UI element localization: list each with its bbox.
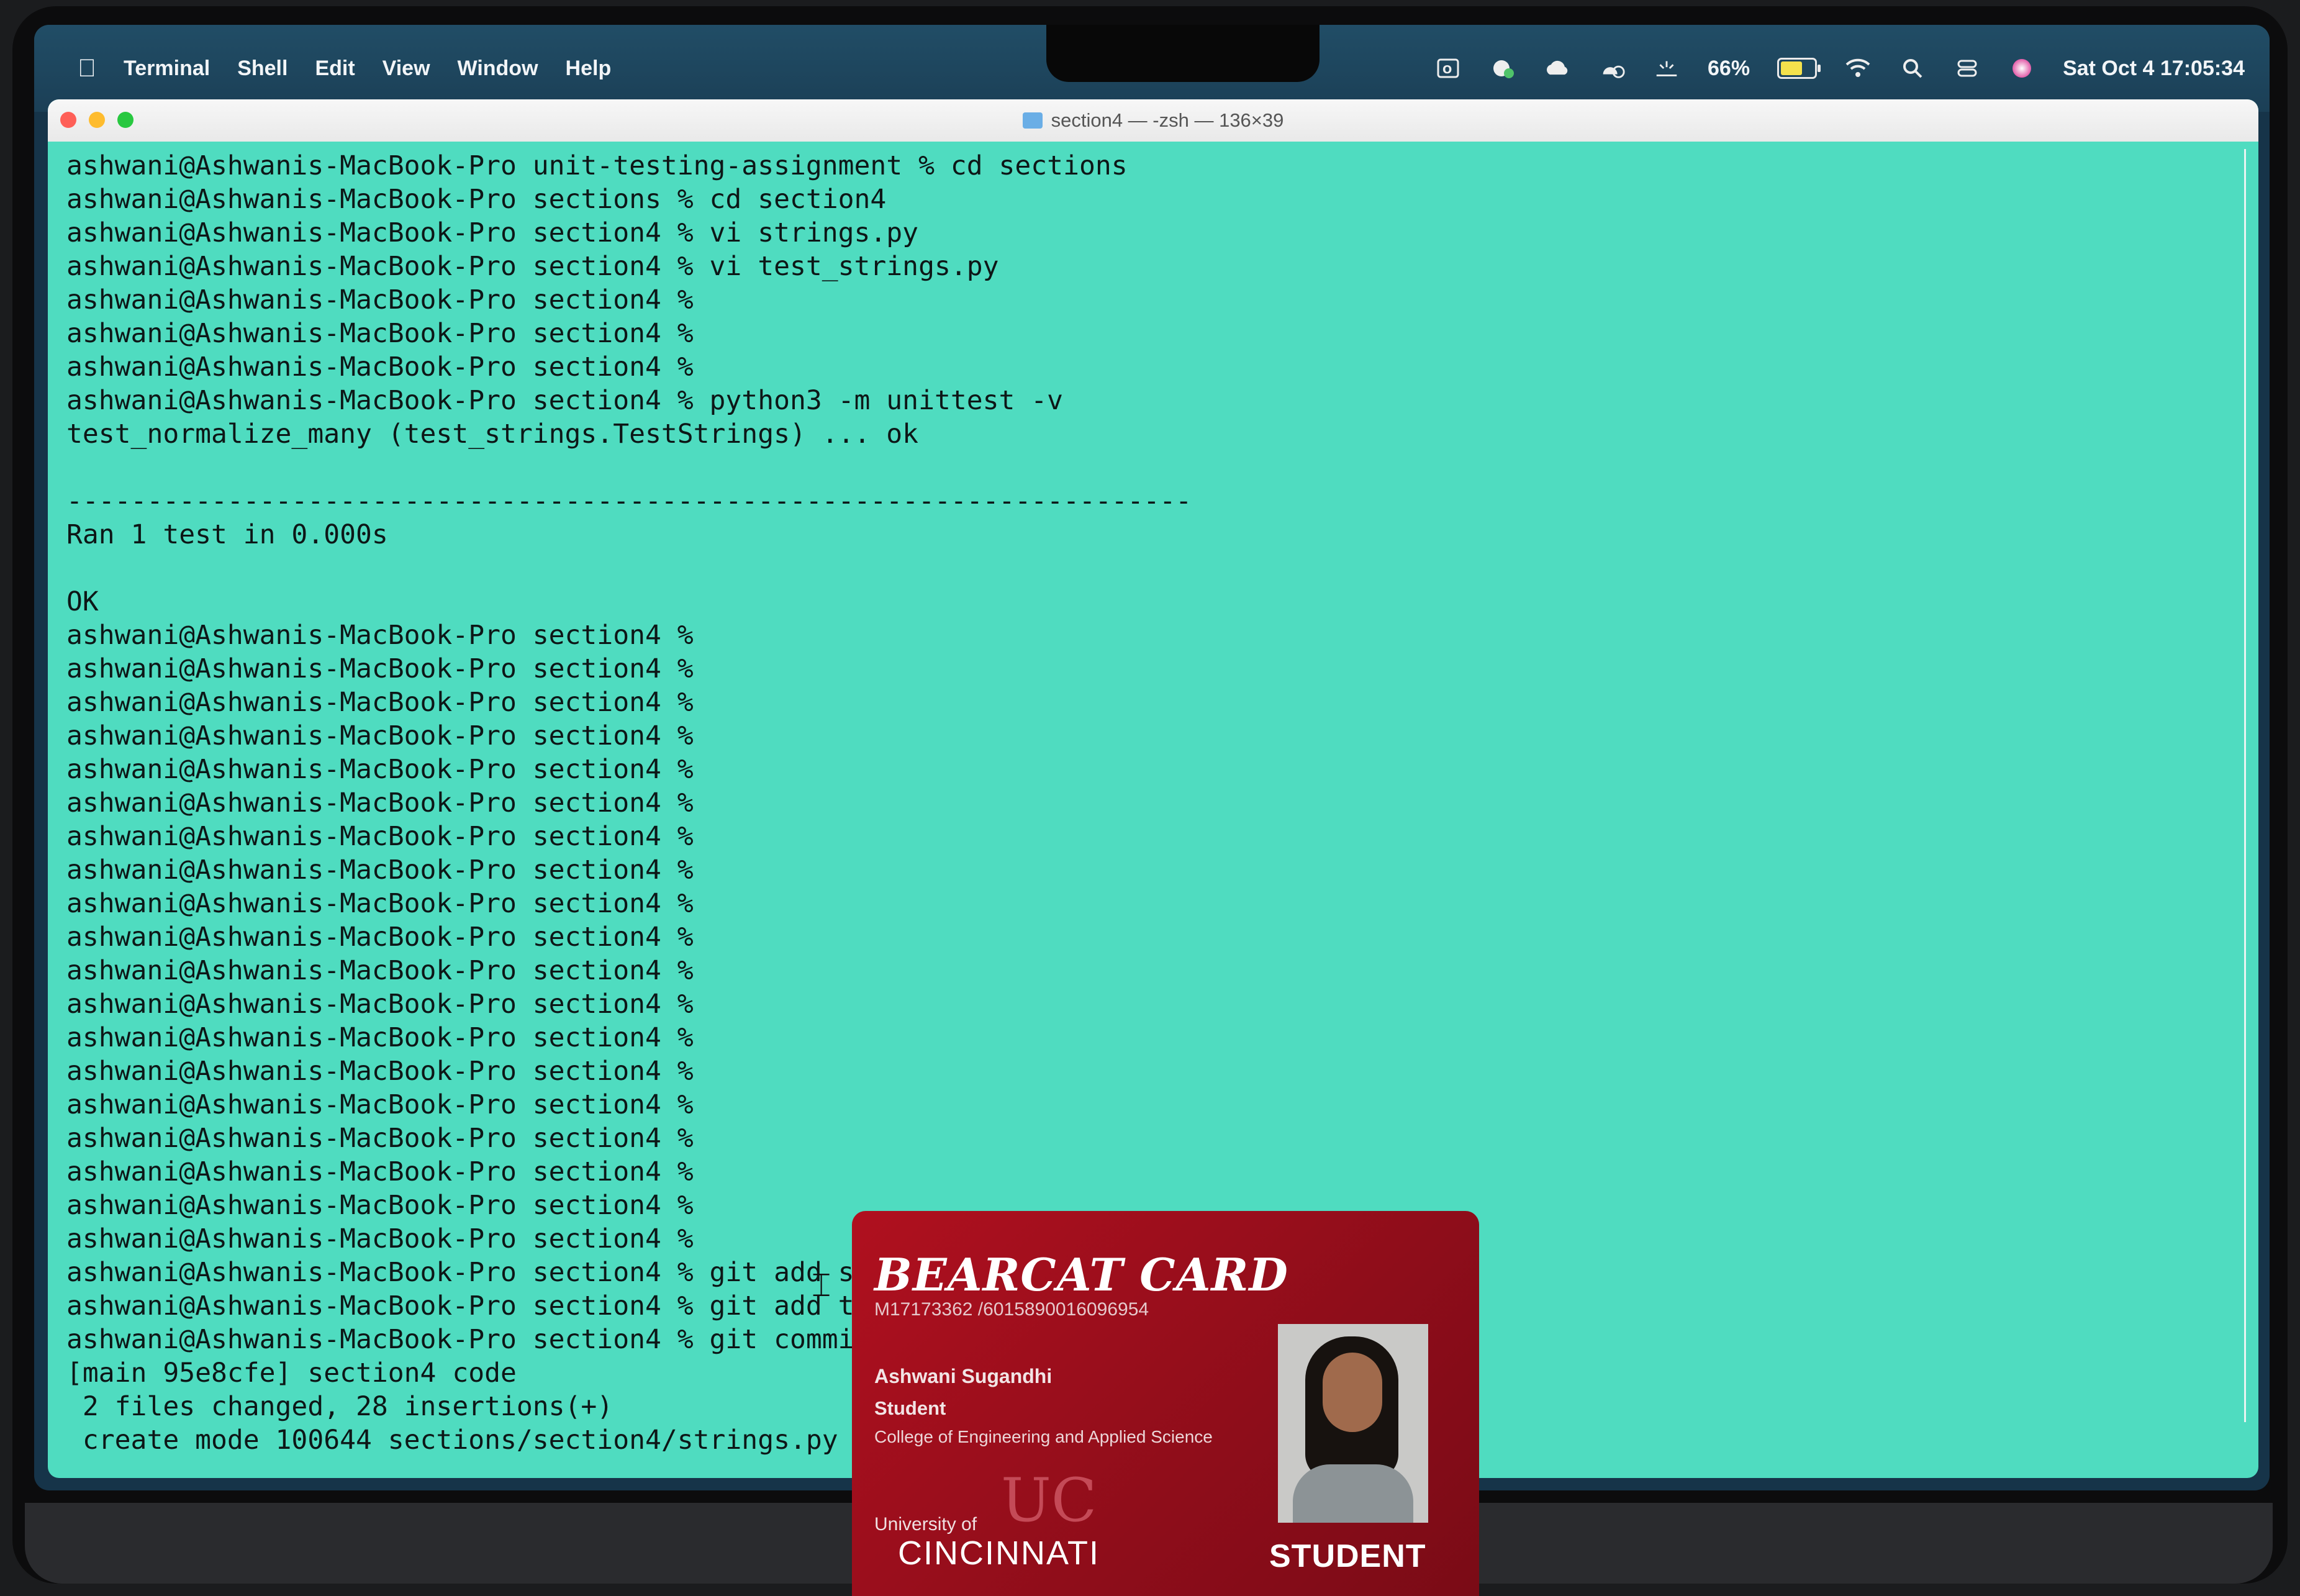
control-center-icon[interactable]: [1954, 55, 1981, 82]
terminal-line: test_normalize_many (test_strings.TestSt…: [66, 419, 919, 450]
terminal-line: ashwani@Ashwanis-MacBook-Pro section4 %: [66, 888, 694, 919]
terminal-line: ashwani@Ashwanis-MacBook-Pro section4 %: [66, 1022, 694, 1053]
menu-bar-left:  Terminal Shell Edit View Window Help: [78, 55, 611, 83]
brightness-icon[interactable]: [1653, 55, 1680, 82]
terminal-line: ashwani@Ashwanis-MacBook-Pro unit-testin…: [66, 150, 1128, 181]
terminal-line: ashwani@Ashwanis-MacBook-Pro section4 %: [66, 318, 694, 349]
terminal-line: ----------------------------------------…: [66, 486, 1192, 517]
menu-help[interactable]: Help: [566, 57, 612, 81]
backup-icon[interactable]: [1598, 55, 1626, 82]
icloud-icon[interactable]: [1544, 55, 1571, 82]
window-titlebar[interactable]: section4 — -zsh — 136×39: [48, 99, 2258, 142]
terminal-line: ashwani@Ashwanis-MacBook-Pro section4 %: [66, 1089, 694, 1120]
terminal-line: ashwani@Ashwanis-MacBook-Pro section4 %: [66, 620, 694, 651]
minimize-button[interactable]: [89, 112, 105, 128]
battery-icon[interactable]: [1777, 58, 1821, 79]
terminal-line: ashwani@Ashwanis-MacBook-Pro section4 %: [66, 787, 694, 818]
terminal-line: ashwani@Ashwanis-MacBook-Pro section4 %: [66, 754, 694, 785]
university-name: CINCINNATI: [898, 1535, 1100, 1572]
id-photo: [1278, 1324, 1428, 1523]
card-title: BEARCAT CARD: [874, 1248, 1288, 1301]
siri-icon[interactable]: [2008, 55, 2035, 82]
terminal-line: ashwani@Ashwanis-MacBook-Pro section4 %: [66, 821, 694, 852]
card-number: M17173362 /6015890016096954: [874, 1299, 1149, 1320]
svg-text:O: O: [1442, 63, 1452, 76]
window-title: section4 — -zsh — 136×39: [1022, 109, 1284, 132]
close-button[interactable]: [60, 112, 76, 128]
menu-bar-right: O 66% Sat Oct 4 17:05:34: [1434, 25, 2245, 112]
terminal-line: ashwani@Ashwanis-MacBook-Pro section4 %: [66, 687, 694, 718]
terminal-line: OK: [66, 586, 99, 617]
battery-level: [1781, 61, 1803, 75]
menu-shell[interactable]: Shell: [237, 57, 288, 81]
menu-bar-clock[interactable]: Sat Oct 4 17:05:34: [2063, 57, 2245, 81]
terminal-line: ashwani@Ashwanis-MacBook-Pro section4 %: [66, 955, 694, 986]
terminal-line: Ran 1 test in 0.000s: [66, 519, 388, 550]
menu-window[interactable]: Window: [458, 57, 538, 81]
terminal-line: ashwani@Ashwanis-MacBook-Pro section4 % …: [66, 217, 919, 248]
card-holder-role: Student: [874, 1397, 946, 1419]
card-college: College of Engineering and Applied Scien…: [874, 1427, 1213, 1446]
card-holder-name: Ashwani Sugandhi: [874, 1365, 1053, 1387]
terminal-line: ashwani@Ashwanis-MacBook-Pro section4 %: [66, 1123, 694, 1154]
id-card: BEARCAT CARD M17173362 /6015890016096954…: [852, 1211, 1479, 1596]
terminal-line: ashwani@Ashwanis-MacBook-Pro section4 %: [66, 855, 694, 886]
folder-icon: [1022, 112, 1043, 129]
terminal-line: ashwani@Ashwanis-MacBook-Pro section4 %: [66, 653, 694, 684]
outlook-icon[interactable]: O: [1434, 55, 1462, 82]
window-title-text: section4 — -zsh — 136×39: [1051, 109, 1284, 131]
menu-edit[interactable]: Edit: [315, 57, 355, 81]
apple-menu-icon[interactable]: : [78, 55, 96, 83]
terminal-line: ashwani@Ashwanis-MacBook-Pro section4 %: [66, 284, 694, 315]
terminal-line: ashwani@Ashwanis-MacBook-Pro section4 %: [66, 1056, 694, 1087]
terminal-line: ashwani@Ashwanis-MacBook-Pro section4 % …: [66, 385, 1064, 416]
terminal-line: ashwani@Ashwanis-MacBook-Pro section4 %: [66, 922, 694, 953]
battery-percent: 66%: [1708, 56, 1750, 80]
menu-app-name[interactable]: Terminal: [124, 57, 210, 81]
text-cursor-icon: ⌶: [812, 1267, 831, 1304]
cloud-sync-icon[interactable]: [1489, 55, 1516, 82]
search-icon[interactable]: [1899, 55, 1926, 82]
menu-view[interactable]: View: [383, 57, 430, 81]
terminal-line: ashwani@Ashwanis-MacBook-Pro section4 %: [66, 351, 694, 383]
camera-notch: [1046, 25, 1320, 82]
wifi-icon[interactable]: [1844, 55, 1872, 82]
terminal-line: ashwani@Ashwanis-MacBook-Pro sections % …: [66, 184, 887, 215]
university-prefix: University of: [874, 1514, 977, 1535]
window-controls: [60, 112, 134, 128]
terminal-line: ashwani@Ashwanis-MacBook-Pro section4 % …: [66, 251, 999, 282]
zoom-button[interactable]: [117, 112, 134, 128]
terminal-line: ashwani@Ashwanis-MacBook-Pro section4 %: [66, 720, 694, 751]
card-badge: STUDENT: [1269, 1538, 1426, 1574]
uc-logo-icon: UC: [1001, 1466, 1097, 1535]
terminal-line: ashwani@Ashwanis-MacBook-Pro section4 %: [66, 1156, 694, 1187]
terminal-line: ashwani@Ashwanis-MacBook-Pro section4 %: [66, 989, 694, 1020]
scrollbar[interactable]: [2244, 149, 2250, 1422]
